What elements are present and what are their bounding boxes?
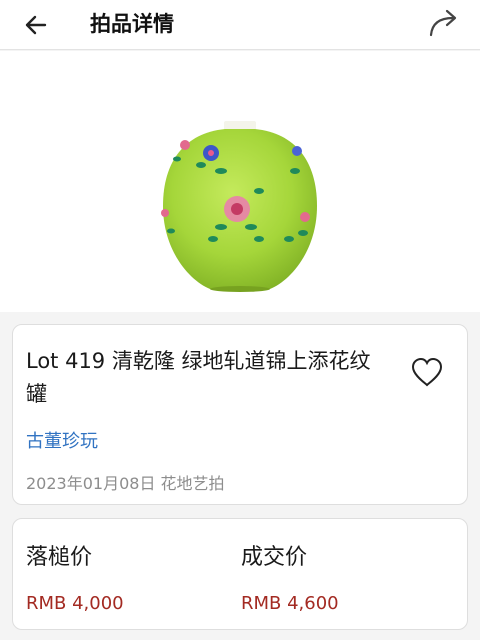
hammer-price-value: RMB 4,000 [26,593,124,614]
share-forward-icon[interactable] [426,6,464,40]
page-title: 拍品详情 [90,12,174,36]
deal-price-value: RMB 4,600 [241,593,339,614]
top-bar: 拍品详情 [0,0,480,50]
arrow-left-icon[interactable] [20,9,52,41]
hammer-price-label: 落槌价 [26,545,93,570]
deal-price-label: 成交价 [241,545,308,570]
lot-info-card: Lot 419 清乾隆 绿地轧道锦上添花纹罐 古董珍玩 2023年01月08日 … [12,324,468,505]
lot-title: Lot 419 清乾隆 绿地轧道锦上添花纹罐 [26,349,371,406]
lot-image-area[interactable] [0,51,480,312]
category-link[interactable]: 古董珍玩 [26,427,98,453]
price-card: 落槌价 RMB 4,000 成交价 RMB 4,600 [12,518,468,630]
heart-outline-icon[interactable] [409,355,445,391]
auction-meta: 2023年01月08日 花地艺拍 [26,474,225,493]
vase-image [161,121,317,292]
